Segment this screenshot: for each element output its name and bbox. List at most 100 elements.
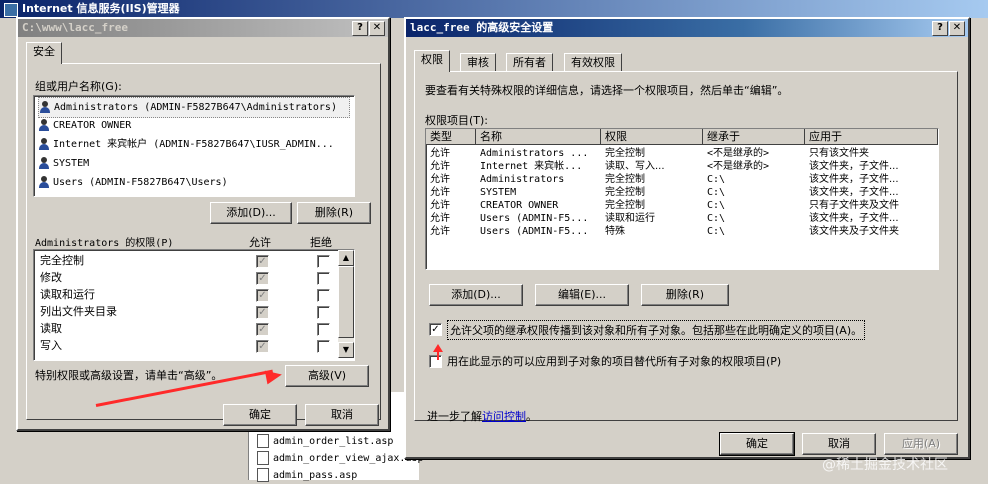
deny-checkbox[interactable]	[317, 323, 330, 336]
group-label: 组或用户名称(G):	[35, 80, 122, 93]
learn-more-text: 进一步了解访问控制。	[427, 410, 537, 423]
cancel-button[interactable]: 取消	[802, 433, 876, 455]
permission-entries-grid[interactable]: 类型 名称 权限 继承于 应用于 允许 Administrators ... 完全控…	[425, 128, 939, 270]
table-cell: 完全控制	[605, 148, 645, 159]
allow-checkbox[interactable]: ✓	[256, 255, 269, 268]
help-button[interactable]: ?	[352, 21, 368, 36]
close-button[interactable]: ✕	[949, 21, 965, 36]
table-cell: 该文件夹，子文件...	[809, 213, 899, 224]
column-header-name[interactable]: 名称	[476, 129, 601, 145]
inherit-permissions-label[interactable]: 允许父项的继承权限传播到该对象和所有子对象。包括那些在此明确定义的项目(A)。	[447, 320, 866, 340]
allow-checkbox[interactable]: ✓	[256, 306, 269, 319]
advanced-button[interactable]: 高级(V)	[285, 365, 369, 387]
permission-row: 读取	[40, 322, 62, 335]
tab-effective-permissions[interactable]: 有效权限	[564, 53, 622, 72]
security-panel: 组或用户名称(G): Administrators (ADMIN-F5827B6…	[26, 63, 381, 420]
intro-text: 要查看有关特殊权限的详细信息，请选择一个权限项目，然后单击“编辑”。	[425, 84, 789, 97]
table-cell: 完全控制	[605, 200, 645, 211]
annotation-arrow-head	[264, 367, 284, 385]
allow-header: 允许	[249, 236, 271, 249]
deny-checkbox[interactable]	[317, 272, 330, 285]
permission-row: 读取和运行	[40, 288, 95, 301]
replace-permissions-checkbox[interactable]	[429, 355, 442, 368]
column-header-type[interactable]: 类型	[426, 129, 476, 145]
entries-label: 权限项目(T):	[425, 114, 489, 127]
table-cell: 该文件夹及子文件夹	[809, 226, 899, 237]
tab-permissions[interactable]: 权限	[414, 50, 450, 72]
advanced-security-dialog: lacc_free 的高级安全设置 ? ✕ 权限 审核 所有者 有效权限 要查看…	[404, 17, 970, 459]
list-item[interactable]: Internet 来宾帐户 (ADMIN-F5827B647\IUSR_ADMI…	[38, 135, 334, 154]
inherit-permissions-checkbox[interactable]: ✓	[429, 323, 442, 336]
column-header-permission[interactable]: 权限	[601, 129, 703, 145]
edit-entry-button[interactable]: 编辑(E)...	[535, 284, 629, 306]
table-cell: 只有该文件夹	[809, 148, 869, 159]
column-header-apply-to[interactable]: 应用于	[805, 129, 938, 145]
deny-checkbox[interactable]	[317, 289, 330, 302]
table-cell: 允许	[430, 187, 450, 198]
table-cell: 允许	[430, 226, 450, 237]
allow-checkbox[interactable]: ✓	[256, 289, 269, 302]
permission-row: 完全控制	[40, 254, 84, 267]
table-cell: 允许	[430, 161, 450, 172]
remove-entry-button[interactable]: 删除(R)	[641, 284, 729, 306]
replace-permissions-label[interactable]: 用在此显示的可以应用到子对象的项目替代所有子对象的权限项目(P)	[447, 353, 781, 369]
table-cell: 该文件夹，子文件...	[809, 174, 899, 185]
permissions-scrollbar[interactable]: ▲ ▼	[338, 250, 354, 358]
user-icon	[38, 137, 50, 151]
deny-checkbox[interactable]	[317, 306, 330, 319]
ok-button[interactable]: 确定	[223, 404, 297, 426]
iis-manager-titlebar: Internet 信息服务(IIS)管理器	[0, 0, 988, 18]
list-item[interactable]: CREATOR OWNER	[38, 116, 131, 135]
permissions-list: 完全控制 修改 读取和运行 列出文件夹目录 读取 写入 ✓ ✓ ✓ ✓ ✓ ✓	[33, 249, 355, 361]
table-cell: 特殊	[605, 226, 625, 237]
table-cell: 允许	[430, 200, 450, 211]
add-entry-button[interactable]: 添加(D)...	[429, 284, 523, 306]
deny-checkbox[interactable]	[317, 340, 330, 353]
table-cell: 完全控制	[605, 174, 645, 185]
list-item[interactable]: Administrators (ADMIN-F5827B647\Administ…	[38, 97, 350, 118]
tab-owner[interactable]: 所有者	[506, 53, 553, 72]
list-item[interactable]: admin_order_list.asp	[257, 434, 393, 450]
table-cell: C:\	[707, 213, 726, 224]
scroll-up-icon[interactable]: ▲	[338, 250, 354, 266]
list-item[interactable]: admin_order_view_ajax.asp	[257, 451, 424, 467]
close-button[interactable]: ✕	[369, 21, 385, 36]
file-icon	[257, 434, 269, 448]
list-item[interactable]: SYSTEM	[38, 154, 89, 173]
permissions-label: Administrators 的权限(P)	[35, 238, 174, 249]
add-user-button[interactable]: 添加(D)...	[210, 202, 292, 224]
column-header-inherited-from[interactable]: 继承于	[703, 129, 805, 145]
apply-button[interactable]: 应用(A)	[884, 433, 958, 455]
permission-row: 修改	[40, 271, 62, 284]
table-cell: Administrators ...	[480, 148, 589, 159]
help-button[interactable]: ?	[932, 21, 948, 36]
list-item[interactable]: admin_pass.asp	[257, 468, 357, 484]
table-cell: C:\	[707, 174, 726, 185]
tab-security[interactable]: 安全	[26, 42, 62, 64]
scroll-thumb[interactable]	[338, 266, 354, 338]
table-cell: C:\	[707, 200, 726, 211]
scroll-down-icon[interactable]: ▼	[338, 342, 354, 358]
allow-checkbox[interactable]: ✓	[256, 323, 269, 336]
table-cell: Internet 来宾帐...	[480, 161, 583, 172]
table-cell: 允许	[430, 213, 450, 224]
tab-auditing[interactable]: 审核	[460, 53, 496, 72]
access-control-link[interactable]: 访问控制	[482, 410, 526, 423]
ok-button[interactable]: 确定	[719, 432, 795, 456]
table-cell: 该文件夹，子文件...	[809, 161, 899, 172]
user-group-icon	[38, 156, 50, 170]
allow-checkbox[interactable]: ✓	[256, 340, 269, 353]
user-group-icon	[38, 118, 50, 132]
watermark: @稀土掘金技术社区	[822, 457, 948, 473]
deny-checkbox[interactable]	[317, 255, 330, 268]
allow-checkbox[interactable]: ✓	[256, 272, 269, 285]
table-cell: SYSTEM	[480, 187, 517, 198]
cancel-button[interactable]: 取消	[305, 404, 379, 426]
table-cell: 读取和运行	[605, 213, 655, 224]
table-cell: <不是继承的>	[707, 161, 770, 172]
list-item[interactable]: Users (ADMIN-F5827B647\Users)	[38, 173, 228, 192]
users-listbox[interactable]: Administrators (ADMIN-F5827B647\Administ…	[33, 95, 355, 197]
remove-user-button[interactable]: 删除(R)	[297, 202, 371, 224]
properties-titlebar: C:\www\lacc_free	[18, 19, 388, 37]
advanced-title: lacc_free 的高级安全设置	[410, 21, 554, 34]
